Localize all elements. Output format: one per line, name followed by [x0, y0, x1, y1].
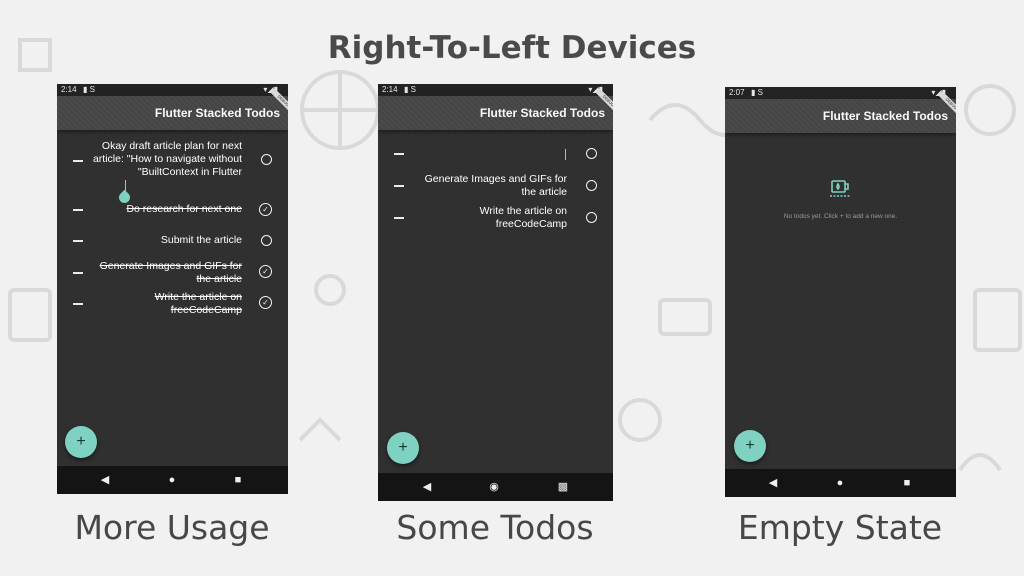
drag-handle-icon[interactable] [394, 153, 404, 155]
doodle-calendar [8, 288, 52, 342]
todo-item[interactable] [378, 147, 613, 161]
back-icon[interactable]: ◀ [417, 473, 437, 501]
system-nav-bar: ◀ ● ■ [725, 469, 956, 497]
todo-item[interactable]: Write the article on freeCodeCamp ✓ [57, 291, 288, 319]
status-bar: 2:14 ▮ S ▾◢▮ [57, 84, 288, 96]
caption-more-usage: More Usage [74, 508, 270, 547]
empty-state-message: No todos yet. Click + to add a new one. [783, 213, 898, 220]
home-icon[interactable]: ◉ [484, 473, 504, 501]
app-title: Flutter Stacked Todos [822, 109, 948, 123]
todo-item[interactable]: Write the article on freeCodeCamp [378, 205, 613, 233]
status-time: 2:14 [382, 85, 398, 94]
todo-text[interactable]: Do research for next one [92, 203, 242, 216]
todo-text[interactable]: Generate Images and GIFs for the article [417, 173, 567, 199]
todo-item[interactable]: Do research for next one ✓ [57, 203, 288, 219]
circle-icon[interactable] [261, 154, 272, 165]
check-circle-icon[interactable]: ✓ [259, 203, 272, 216]
todo-item[interactable]: Okay draft article plan for next article… [57, 140, 288, 192]
page-title: Right-To-Left Devices [327, 30, 697, 66]
circle-icon[interactable] [261, 235, 272, 246]
circle-icon[interactable] [586, 212, 597, 223]
circle-icon[interactable] [586, 148, 597, 159]
todo-item[interactable]: Generate Images and GIFs for the article [378, 173, 613, 201]
phone-some-todos: 2:14 ▮ S ▾◢▮ Flutter Stacked Todos DEBUG… [378, 84, 613, 501]
drag-handle-icon[interactable] [73, 272, 83, 274]
circle-icon[interactable] [586, 180, 597, 191]
text-cursor [565, 149, 566, 160]
todo-text[interactable]: Write the article on freeCodeCamp [92, 291, 242, 317]
notification-icons: ▮ S [751, 88, 763, 97]
doodle-keypad [973, 288, 1022, 352]
back-icon[interactable]: ◀ [95, 466, 115, 494]
status-bar: 2:07 ▮ S ▾◢▮ [725, 87, 956, 99]
todo-text[interactable]: Okay draft article plan for next article… [92, 140, 242, 179]
recents-icon[interactable]: ■ [897, 469, 917, 497]
drag-handle-icon[interactable] [73, 240, 83, 242]
status-time: 2:14 [61, 85, 77, 94]
check-circle-icon[interactable]: ✓ [259, 265, 272, 278]
text-cursor [125, 180, 126, 191]
app-bar: Flutter Stacked Todos DEBUG [725, 91, 956, 133]
app-bar: Flutter Stacked Todos DEBUG [378, 88, 613, 130]
recents-icon[interactable]: ■ [228, 466, 248, 494]
home-icon[interactable]: ● [830, 469, 850, 497]
doodle-arc [958, 453, 1002, 472]
caption-some-todos: Some Todos [396, 508, 594, 547]
todo-text[interactable]: Submit the article [92, 234, 242, 247]
notification-icons: ▮ S [83, 85, 95, 94]
drag-handle-icon[interactable] [394, 185, 404, 187]
add-todo-button[interactable]: + [387, 432, 419, 464]
phone-empty-state: 2:07 ▮ S ▾◢▮ Flutter Stacked Todos DEBUG… [725, 87, 956, 497]
doodle-chevron [298, 417, 342, 442]
drag-handle-icon[interactable] [394, 217, 404, 219]
coffee-cup-icon [830, 180, 850, 197]
notification-icons: ▮ S [404, 85, 416, 94]
back-icon[interactable]: ◀ [763, 469, 783, 497]
app-bar: Flutter Stacked Todos DEBUG [57, 88, 288, 130]
doodle-ring [314, 274, 346, 306]
recents-icon[interactable]: ▩ [553, 473, 573, 501]
todo-item[interactable]: Generate Images and GIFs for the article… [57, 260, 288, 288]
phone-more-usage: 2:14 ▮ S ▾◢▮ Flutter Stacked Todos DEBUG… [57, 84, 288, 494]
app-title: Flutter Stacked Todos [154, 106, 280, 120]
doodle-monitor [658, 298, 712, 336]
add-todo-button[interactable]: + [734, 430, 766, 462]
app-title: Flutter Stacked Todos [479, 106, 605, 120]
system-nav-bar: ◀ ● ■ [57, 466, 288, 494]
check-circle-icon[interactable]: ✓ [259, 296, 272, 309]
caption-empty-state: Empty State [737, 508, 943, 547]
todo-item[interactable]: Submit the article [57, 234, 288, 250]
home-icon[interactable]: ● [162, 466, 182, 494]
add-todo-button[interactable]: + [65, 426, 97, 458]
drag-handle-icon[interactable] [73, 209, 83, 211]
status-bar: 2:14 ▮ S ▾◢▮ [378, 84, 613, 96]
system-nav-bar: ◀ ◉ ▩ [378, 473, 613, 501]
todo-text[interactable]: Generate Images and GIFs for the article [92, 260, 242, 286]
doodle-dot [618, 398, 662, 442]
drag-handle-icon[interactable] [73, 303, 83, 305]
status-time: 2:07 [729, 88, 745, 97]
drag-handle-icon[interactable] [73, 160, 83, 162]
doodle-circle [964, 84, 1016, 136]
todo-text[interactable]: Write the article on freeCodeCamp [417, 205, 567, 231]
